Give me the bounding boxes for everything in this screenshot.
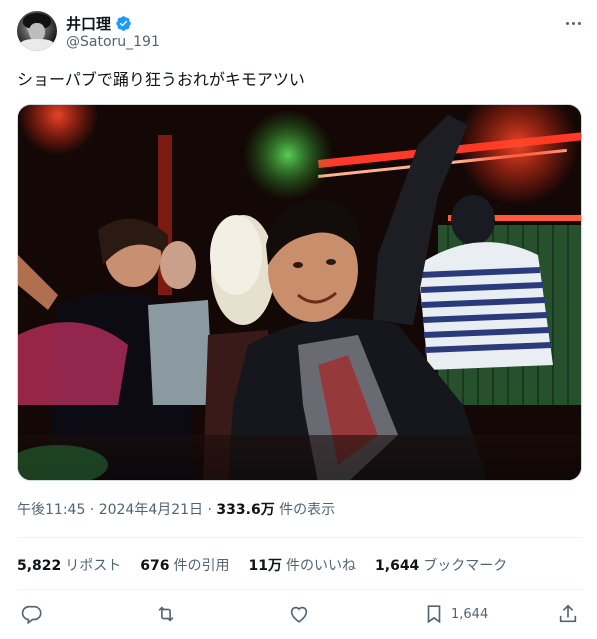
like-button[interactable] bbox=[288, 602, 310, 626]
likes-count: 11万 bbox=[248, 558, 283, 574]
more-options-icon[interactable] bbox=[560, 13, 586, 33]
share-icon bbox=[559, 604, 577, 623]
bookmarks-count: 1,644 bbox=[375, 558, 420, 574]
bookmark-count: 1,644 bbox=[451, 606, 489, 622]
quotes-stat[interactable]: 676 件の引用 bbox=[140, 555, 229, 575]
tweet-text: ショーパブで踊り狂うおれがキモアツい bbox=[17, 70, 305, 89]
divider bbox=[17, 537, 582, 538]
likes-stat[interactable]: 11万 件のいいね bbox=[249, 555, 356, 575]
avatar[interactable] bbox=[17, 11, 57, 51]
divider bbox=[17, 589, 582, 590]
reply-icon bbox=[21, 605, 42, 625]
verified-badge-icon bbox=[116, 16, 131, 31]
quotes-count: 676 bbox=[140, 558, 170, 574]
repost-icon bbox=[158, 606, 174, 622]
action-bar: 1,644 bbox=[17, 598, 582, 630]
tweet-meta: 午後11:45 · 2024年4月21日 · 333.6万 件の表示 bbox=[17, 499, 335, 519]
quotes-label: 件の引用 bbox=[173, 558, 230, 574]
reposts-label: リポスト bbox=[65, 558, 122, 574]
views-label: 件の表示 bbox=[274, 502, 336, 518]
likes-label: 件のいいね bbox=[286, 558, 357, 574]
tweet-photo[interactable] bbox=[17, 104, 582, 481]
heart-icon bbox=[290, 606, 308, 623]
author-name-row: 井口理 bbox=[66, 13, 132, 34]
reposts-stat[interactable]: 5,822 リポスト bbox=[17, 555, 121, 575]
reply-button[interactable] bbox=[21, 602, 43, 626]
tweet-card: 井口理 @Satoru_191 ショーパブで踊り狂うおれがキモアツい 午後11:… bbox=[0, 0, 597, 639]
bookmarks-stat[interactable]: 1,644 ブックマーク bbox=[375, 555, 507, 575]
engagement-stats: 5,822 リポスト 676 件の引用 11万 件のいいね 1,644 ブックマーク bbox=[17, 555, 507, 575]
bookmarks-label: ブックマーク bbox=[423, 558, 508, 574]
bookmark-button[interactable]: 1,644 bbox=[423, 602, 488, 626]
repost-button[interactable] bbox=[155, 602, 177, 626]
timestamp[interactable]: 午後11:45 · 2024年4月21日 · bbox=[17, 502, 216, 518]
bookmark-icon bbox=[427, 605, 441, 624]
reposts-count: 5,822 bbox=[17, 558, 62, 574]
share-button[interactable] bbox=[557, 602, 579, 626]
user-handle[interactable]: @Satoru_191 bbox=[66, 34, 160, 50]
views-count: 333.6万 bbox=[216, 502, 275, 518]
display-name[interactable]: 井口理 bbox=[66, 13, 111, 34]
